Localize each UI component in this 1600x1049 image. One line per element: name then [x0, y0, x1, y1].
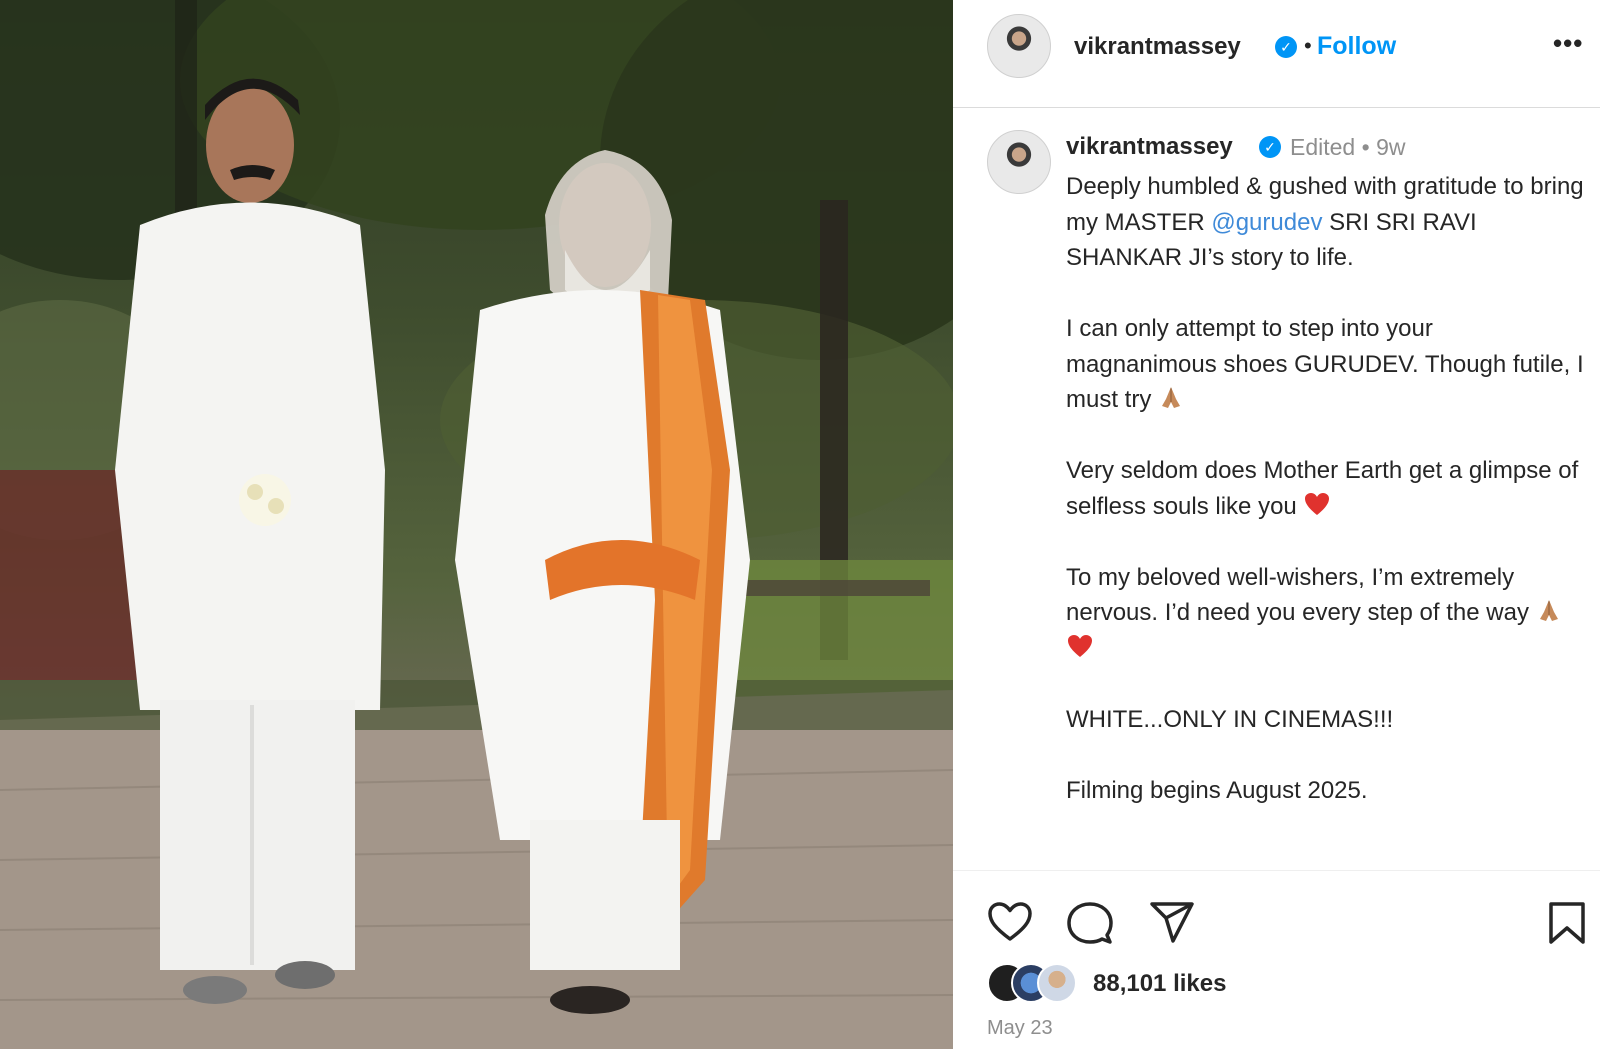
meta-separator: •	[1361, 134, 1370, 160]
likes-row: 88,101 likes	[987, 963, 1487, 1003]
more-options-icon[interactable]: •••	[1553, 28, 1583, 59]
post-photo-illustration	[0, 0, 953, 1049]
author-avatar[interactable]	[987, 14, 1051, 78]
post-date[interactable]: May 23	[987, 1017, 1053, 1040]
red-heart-emoji-icon	[1068, 634, 1092, 657]
caption-text: Deeply humbled & gushed with gratitude t…	[1066, 169, 1586, 844]
post-photo[interactable]	[0, 0, 953, 1049]
post-header: vikrantmassey ✓ • Follow •••	[953, 0, 1600, 108]
mention-link[interactable]: @gurudev	[1211, 209, 1322, 236]
comment-icon[interactable]	[1067, 901, 1113, 945]
post-sidebar: vikrantmassey ✓ • Follow ••• vikrantmass…	[953, 0, 1600, 1049]
edited-label: Edited	[1290, 134, 1356, 160]
likes-count[interactable]: 88,101 likes	[1093, 970, 1226, 998]
verified-badge-icon: ✓	[1259, 136, 1281, 158]
caption-section: vikrantmassey ✓ Edited • 9w Deeply humbl…	[953, 108, 1600, 870]
red-heart-emoji-icon	[1305, 492, 1330, 515]
verified-badge-icon: ✓	[1275, 36, 1297, 58]
share-icon[interactable]	[1149, 901, 1195, 945]
bookmark-icon[interactable]	[1548, 901, 1586, 945]
caption-paragraph: Filming begins August 2025.	[1066, 773, 1586, 809]
caption-username[interactable]: vikrantmassey	[1066, 133, 1233, 161]
author-username[interactable]: vikrantmassey	[1074, 33, 1241, 61]
caption-text-segment: To my beloved well-wishers, I’m extremel…	[1066, 563, 1529, 627]
folded-hands-emoji-icon	[1539, 600, 1558, 621]
caption-author-avatar[interactable]	[987, 130, 1051, 194]
folded-hands-emoji-icon	[1162, 387, 1181, 408]
caption-meta: Edited • 9w	[1290, 134, 1405, 161]
caption-text-segment: I can only attempt to step into your mag…	[1066, 315, 1584, 413]
caption-paragraph: Deeply humbled & gushed with gratitude t…	[1066, 169, 1586, 276]
caption-paragraph: I can only attempt to step into your mag…	[1066, 311, 1586, 418]
caption-text-segment: WHITE...ONLY IN CINEMAS!!!	[1066, 705, 1394, 733]
follow-button[interactable]: Follow	[1317, 32, 1396, 61]
caption-paragraph: To my beloved well-wishers, I’m extremel…	[1066, 560, 1586, 667]
heart-icon[interactable]	[987, 901, 1033, 943]
header-separator: •	[1304, 33, 1312, 58]
caption-text-segment: Filming begins August 2025.	[1066, 776, 1368, 804]
time-ago[interactable]: 9w	[1376, 134, 1405, 160]
caption-paragraph: WHITE...ONLY IN CINEMAS!!!	[1066, 702, 1586, 738]
liker-avatar[interactable]	[1037, 963, 1077, 1003]
caption-paragraph: Very seldom does Mother Earth get a glim…	[1066, 453, 1586, 524]
post-actions: 88,101 likes May 23	[953, 870, 1600, 1049]
